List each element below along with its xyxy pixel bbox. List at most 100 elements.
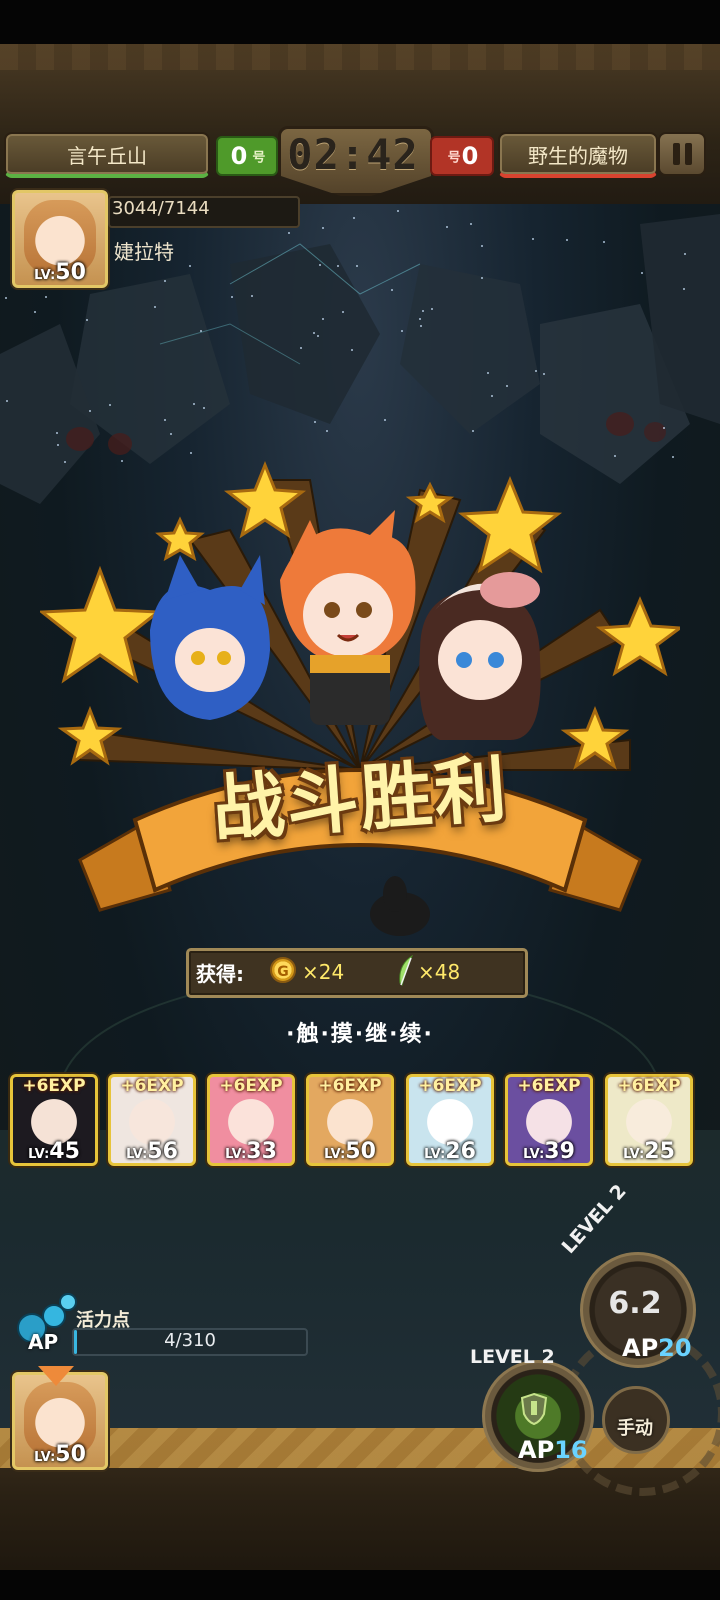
sky-star: [487, 372, 489, 374]
card-level: LV:50: [324, 1139, 376, 1164]
right-team-score: 号 0: [430, 136, 494, 176]
sky-star: [203, 407, 205, 409]
sky-star: [663, 427, 665, 429]
feather-amount: ×48: [418, 960, 461, 984]
status-strip: [0, 0, 720, 44]
sky-star: [86, 319, 88, 321]
sky-star: [200, 330, 202, 332]
card-level: LV:45: [28, 1139, 80, 1164]
sky-star: [603, 241, 605, 243]
manual-mode-label: 手动: [617, 1418, 653, 1439]
card-level: LV:39: [523, 1139, 575, 1164]
sky-star: [231, 296, 233, 298]
victory-burst-art: [40, 460, 680, 912]
sky-star: [481, 245, 483, 247]
ap-badge: AP: [28, 1330, 59, 1354]
exp-card: +6EXP LV:56: [108, 1074, 196, 1166]
left-team-name: 言午丘山: [4, 132, 210, 178]
sky-star: [384, 419, 386, 421]
sky-star: [422, 310, 424, 312]
gold-coin-icon: G: [270, 957, 296, 983]
sky-star: [189, 265, 191, 267]
sky-star: [446, 226, 448, 228]
active-hero-level: LV:50: [34, 1442, 86, 1467]
sky-star: [401, 330, 403, 332]
sky-star: [337, 265, 339, 267]
sky-star: [419, 318, 421, 320]
sky-star: [56, 432, 58, 434]
sky-star: [170, 433, 172, 435]
reward-label: 获得:: [196, 962, 244, 986]
sky-star: [535, 370, 537, 372]
sky-star: [251, 295, 253, 297]
exp-card: +6EXP LV:33: [207, 1074, 295, 1166]
pause-button[interactable]: [658, 132, 706, 176]
ap-value: 4/310: [164, 1330, 216, 1351]
skill-1-ap-cost: AP20: [622, 1334, 692, 1362]
card-level: LV:56: [126, 1139, 178, 1164]
sky-star: [164, 419, 166, 421]
exp-gain: +6EXP: [517, 1076, 581, 1096]
sky-star: [6, 400, 8, 402]
exp-gain: +6EXP: [617, 1076, 681, 1096]
sky-star: [641, 272, 643, 274]
right-team-name: 野生的魔物: [498, 132, 658, 178]
left-score-value: 0: [230, 142, 248, 170]
sky-star: [397, 210, 399, 212]
sky-star: [45, 296, 47, 298]
sky-star: [543, 373, 545, 375]
sky-star: [353, 217, 355, 219]
right-score-unit: 号: [444, 149, 460, 163]
card-level: LV:26: [424, 1139, 476, 1164]
exp-gain: +6EXP: [418, 1076, 482, 1096]
sky-star: [288, 232, 290, 234]
feather-icon: [399, 955, 413, 986]
left-team-score: 0 号: [216, 136, 278, 176]
sky-star: [491, 395, 493, 397]
sky-star: [532, 238, 534, 240]
exp-gain: +6EXP: [318, 1076, 382, 1096]
right-score-value: 0: [461, 142, 479, 170]
hp-text: 3044/7144: [112, 198, 210, 219]
exp-card: +6EXP LV:26: [406, 1074, 494, 1166]
hero-level: LV:50: [34, 260, 86, 285]
sky-star: [566, 239, 568, 241]
sky-star: [154, 306, 156, 308]
skill-1-cooldown: 6.2: [608, 1286, 662, 1321]
sky-star: [322, 318, 324, 320]
left-score-unit: 号: [249, 149, 265, 163]
sky-star: [193, 403, 195, 405]
shield-icon: [520, 1392, 548, 1426]
exp-card: +6EXP LV:39: [505, 1074, 593, 1166]
touch-to-continue[interactable]: ·触·摸·继·续·: [0, 1016, 720, 1048]
sky-star: [420, 325, 422, 327]
sky-star: [89, 410, 91, 412]
exp-card: +6EXP LV:45: [10, 1074, 98, 1166]
sky-star: [431, 308, 433, 310]
sky-star: [109, 404, 111, 406]
hero-portrait[interactable]: LV:50: [12, 190, 108, 288]
exp-gain: +6EXP: [120, 1076, 184, 1096]
pause-icon: [672, 143, 680, 165]
sky-star: [356, 265, 358, 267]
active-hero-portrait[interactable]: LV:50: [12, 1372, 108, 1470]
sky-star: [5, 297, 7, 299]
sky-star: [391, 289, 393, 291]
sky-star: [684, 253, 686, 255]
sky-star: [314, 421, 316, 423]
sky-star: [481, 277, 483, 279]
sky-star: [313, 332, 315, 334]
sky-star: [164, 280, 166, 282]
sky-star: [470, 223, 472, 225]
exp-card: +6EXP LV:25: [605, 1074, 693, 1166]
sky-star: [351, 349, 353, 351]
sky-star: [34, 311, 36, 313]
sky-star: [326, 430, 328, 432]
exp-gain: +6EXP: [22, 1076, 86, 1096]
gold-amount: ×24: [302, 960, 345, 984]
sky-star: [342, 311, 344, 313]
exp-card: +6EXP LV:50: [306, 1074, 394, 1166]
sky-star: [300, 347, 302, 349]
battle-timer: 02:42: [287, 130, 419, 179]
nav-strip: [0, 1570, 720, 1600]
